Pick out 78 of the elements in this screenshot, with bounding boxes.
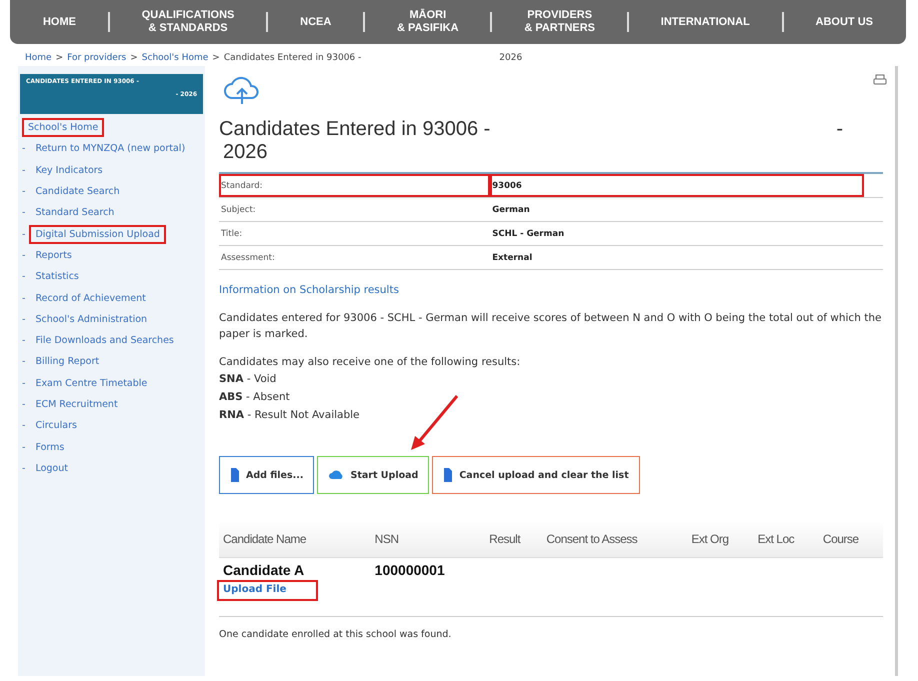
sidebar-link[interactable]: Logout	[29, 458, 74, 478]
upload-file-link[interactable]: Upload File	[217, 580, 318, 601]
file-icon	[443, 467, 454, 483]
info-paragraph: Candidates entered for 93006 - SCHL - German will receive scores of between N and O with O being the total out of which the paper is marked.	[219, 311, 882, 342]
sidebar-link[interactable]: Billing Report	[29, 352, 106, 372]
pointer-arrow	[409, 394, 459, 452]
info-link[interactable]: Information on Scholarship results	[219, 284, 399, 296]
bullet-dash: -	[22, 143, 26, 154]
print-icon[interactable]	[873, 74, 887, 86]
breadcrumb-separator: >	[212, 53, 220, 63]
action-button[interactable]: Add files...	[219, 456, 314, 494]
bullet-dash: -	[22, 228, 26, 240]
sidebar-link[interactable]: Digital Submission Upload	[29, 224, 166, 244]
detail-value: German	[490, 198, 864, 222]
breadcrumb-separator: >	[56, 53, 64, 63]
results-intro: Candidates may also receive one of the following results:	[219, 355, 520, 370]
action-button[interactable]: Cancel upload and clear the list	[432, 456, 640, 494]
nsn-value: 100000001	[374, 562, 445, 578]
sidebar-link[interactable]: Candidate Search	[29, 182, 126, 202]
nav-link[interactable]: QUALIFICATIONS & STANDARDS	[128, 9, 248, 35]
bullet-dash: -	[22, 271, 26, 282]
bullet-dash: -	[22, 442, 26, 453]
nav-link[interactable]: PROVIDERS & PARTNERS	[510, 9, 610, 35]
candidate-name: Candidate A	[223, 562, 306, 578]
sidebar-link[interactable]: Forms	[29, 438, 70, 457]
cloud-icon	[328, 469, 344, 481]
page-title: Candidates Entered in 93006 -	[219, 118, 490, 141]
detail-label: Subject:	[219, 198, 490, 222]
bullet-dash: -	[22, 462, 26, 474]
sidebar-link[interactable]: Exam Centre Timetable	[29, 374, 154, 393]
sidebar-link[interactable]: Statistics	[29, 267, 85, 286]
bullet-dash: -	[22, 399, 26, 410]
breadcrumb-link[interactable]: Home	[25, 53, 52, 63]
sidebar-link[interactable]: School's Home	[22, 118, 104, 138]
sidebar-link[interactable]: Reports	[29, 246, 78, 265]
result-code: ABS - Absent	[219, 390, 290, 405]
result-code: SNA - Void	[219, 372, 276, 387]
nav-link[interactable]: HOME	[28, 16, 90, 28]
bullet-dash: -	[22, 356, 26, 368]
bullet-dash: -	[22, 335, 26, 346]
breadcrumb-link[interactable]: School's Home	[142, 53, 208, 63]
page-title: 2026	[223, 141, 268, 164]
cloud-upload-icon	[223, 74, 261, 106]
sidebar-link[interactable]: Return to MYNZQA (new portal)	[29, 139, 192, 158]
detail-value: 93006	[490, 174, 864, 198]
sidebar-link[interactable]: Circulars	[29, 416, 83, 436]
sidebar-link[interactable]: File Downloads and Searches	[29, 331, 180, 350]
breadcrumb-separator: >	[130, 53, 138, 63]
nav-link[interactable]: INTERNATIONAL	[646, 16, 764, 28]
detail-value: External	[490, 246, 864, 270]
detail-label: Assessment:	[219, 246, 490, 270]
nav-link[interactable]: ABOUT US	[802, 16, 887, 28]
sidebar-link[interactable]: Record of Achievement	[29, 288, 152, 308]
sidebar-link[interactable]: ECM Recruitment	[29, 395, 124, 414]
action-button[interactable]: Start Upload	[317, 456, 430, 494]
detail-value: SCHL - German	[490, 222, 864, 246]
nav-link[interactable]: NCEA	[286, 16, 346, 28]
bullet-dash: -	[22, 314, 26, 325]
sidebar-link[interactable]: School's Administration	[29, 310, 154, 329]
sidebar-link[interactable]: Standard Search	[29, 203, 120, 222]
breadcrumb-current: Candidates Entered in 93006 -	[224, 53, 362, 63]
bullet-dash: -	[22, 420, 26, 432]
bullet-dash: -	[22, 250, 26, 261]
bullet-dash: -	[22, 164, 26, 176]
bullet-dash: -	[22, 207, 26, 218]
nav-link[interactable]: MĀORI & PASIFIKA	[383, 9, 473, 35]
bullet-dash: -	[22, 378, 26, 389]
file-icon	[230, 467, 240, 483]
page-title: -	[836, 118, 843, 141]
breadcrumb-current: 2026	[499, 53, 522, 63]
result-code: RNA - Result Not Available	[219, 408, 360, 423]
sidebar-link[interactable]: Key Indicators	[29, 160, 109, 180]
bullet-dash: -	[22, 292, 26, 304]
breadcrumb-link[interactable]: For providers	[67, 53, 126, 63]
detail-label: Title:	[219, 222, 490, 246]
result-message: One candidate enrolled at this school was found.	[219, 629, 452, 640]
detail-label: Standard:	[219, 174, 490, 198]
bullet-dash: -	[22, 186, 26, 198]
